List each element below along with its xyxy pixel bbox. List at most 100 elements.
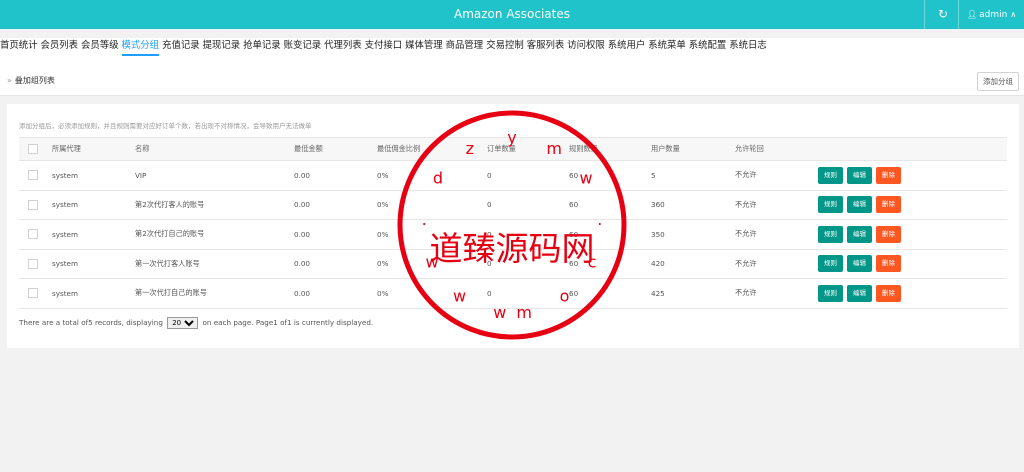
edit-button[interactable]: 编辑 bbox=[847, 225, 872, 243]
table-cell: 不允许 bbox=[735, 160, 818, 191]
table-row: system 第一次代打客人账号 0.00 0% 0 60 420 不允许 规则 编辑 删除 bbox=[19, 249, 1007, 279]
page-size-select[interactable]: 20 bbox=[167, 317, 199, 329]
breadcrumb-bar: » 叠加组列表 bbox=[0, 60, 1024, 96]
table-cell: 不允许 bbox=[735, 219, 818, 250]
notice-text: 添加分组后，必须添加规则，并且规则需要对应好订单个数，若出现不对称情况，会导致用… bbox=[19, 122, 312, 130]
nav-item[interactable]: 会员等级 bbox=[81, 38, 119, 54]
table-cell: VIP bbox=[135, 160, 294, 191]
rules-button[interactable]: 规则 bbox=[818, 166, 843, 184]
table-cell: 60 bbox=[569, 160, 651, 191]
nav-item[interactable]: 支付接口 bbox=[365, 38, 403, 54]
nav-item[interactable]: 首页统计 bbox=[0, 38, 38, 54]
table-cell: 0% bbox=[377, 219, 487, 250]
delete-button[interactable]: 删除 bbox=[876, 225, 901, 243]
table-row: system 第2次代打客人的账号 0.00 0% 0 60 360 不允许 规则 编辑 删除 bbox=[19, 190, 1007, 220]
nav-item[interactable]: 账变记录 bbox=[284, 38, 322, 54]
select-all-checkbox[interactable] bbox=[28, 144, 38, 154]
table-row: system 第一次代打自己的账号 0.00 0% 0 60 425 不允许 规则 编辑 删除 bbox=[19, 278, 1007, 309]
table-cell: 60 bbox=[569, 278, 651, 309]
table-cell: 60 bbox=[569, 249, 651, 279]
row-checkbox[interactable] bbox=[28, 229, 38, 240]
nav-item[interactable]: 系统日志 bbox=[729, 38, 767, 54]
nav-item[interactable]: 提现记录 bbox=[203, 38, 241, 54]
table-cell: system bbox=[52, 219, 135, 250]
rules-button[interactable]: 规则 bbox=[818, 284, 843, 302]
table-cell: system bbox=[52, 190, 135, 220]
row-actions: 规则 编辑 删除 bbox=[818, 278, 1007, 309]
table-row: system VIP 0.00 0% 0 60 5 不允许 规则 编辑 删除 bbox=[19, 160, 1007, 191]
content-card: 添加分组后，必须添加规则，并且规则需要对应好订单个数，若出现不对称情况，会导致用… bbox=[7, 104, 1019, 348]
row-actions: 规则 编辑 删除 bbox=[818, 190, 1007, 220]
column-header-actions bbox=[818, 137, 1007, 161]
nav-item[interactable]: 系统配置 bbox=[689, 38, 727, 54]
nav-item[interactable]: 商品管理 bbox=[446, 38, 484, 54]
nav-item[interactable]: 客服列表 bbox=[527, 38, 565, 54]
column-header: 用户数量 bbox=[651, 137, 735, 161]
main-nav: 首页统计 会员列表 会员等级 模式分组 充值记录 提现记录 抢单记录 账变记录 代理列表 支付接口… bbox=[0, 38, 1024, 60]
delete-button[interactable]: 删除 bbox=[876, 166, 901, 184]
column-header: 允许轮回 bbox=[735, 137, 818, 161]
nav-item[interactable]: 交易控制 bbox=[486, 38, 524, 54]
nav-item[interactable]: 代理列表 bbox=[324, 38, 362, 54]
table-row: system 第2次代打自己的账号 0.00 0% 0 60 350 不允许 规则 编辑 删除 bbox=[19, 219, 1007, 250]
table-cell: 0.00 bbox=[294, 219, 377, 250]
delete-button[interactable]: 删除 bbox=[876, 196, 901, 214]
top-bar: Amazon Associates ↻ 👤︎ admin ∧ bbox=[0, 0, 1024, 29]
table-cell: 60 bbox=[569, 219, 651, 250]
rules-button[interactable]: 规则 bbox=[818, 225, 843, 243]
table-cell: 不允许 bbox=[735, 249, 818, 279]
delete-button[interactable]: 删除 bbox=[876, 284, 901, 302]
edit-button[interactable]: 编辑 bbox=[847, 166, 872, 184]
table-cell: 360 bbox=[651, 190, 735, 220]
divider bbox=[924, 0, 925, 29]
table-cell: system bbox=[52, 278, 135, 309]
column-header: 名称 bbox=[135, 137, 294, 161]
table-cell: 350 bbox=[651, 219, 735, 250]
table-cell: 第2次代打客人的账号 bbox=[135, 190, 294, 220]
row-checkbox[interactable] bbox=[28, 170, 38, 181]
nav-item[interactable]: 系统用户 bbox=[608, 38, 646, 54]
table-cell: 0 bbox=[487, 219, 569, 250]
column-header: 所属代理 bbox=[52, 137, 135, 161]
table-cell: 第2次代打自己的账号 bbox=[135, 219, 294, 250]
group-table: 所属代理 名称 最低金额 最低佣金比例 订单数量 规则数量 用户数量 允许轮回 … bbox=[19, 137, 1007, 309]
delete-button[interactable]: 删除 bbox=[876, 255, 901, 273]
user-menu[interactable]: 👤︎ admin ∧ bbox=[967, 0, 1016, 29]
table-cell: 第一次代打客人账号 bbox=[135, 249, 294, 279]
refresh-icon[interactable]: ↻ bbox=[930, 0, 956, 29]
table-cell: 0.00 bbox=[294, 249, 377, 279]
nav-item[interactable]: 充值记录 bbox=[162, 38, 200, 54]
edit-button[interactable]: 编辑 bbox=[847, 196, 872, 214]
column-header: 规则数量 bbox=[569, 137, 651, 161]
nav-item[interactable]: 模式分组 bbox=[121, 38, 160, 56]
row-checkbox[interactable] bbox=[28, 258, 38, 269]
nav-item[interactable]: 会员列表 bbox=[41, 38, 79, 54]
rules-button[interactable]: 规则 bbox=[818, 196, 843, 214]
breadcrumb-arrow-icon: » bbox=[7, 76, 12, 85]
row-actions: 规则 编辑 删除 bbox=[818, 160, 1007, 191]
rules-button[interactable]: 规则 bbox=[818, 255, 843, 273]
table-header-row: 所属代理 名称 最低金额 最低佣金比例 订单数量 规则数量 用户数量 允许轮回 bbox=[19, 137, 1007, 161]
pager-text-after: on each page. Page1 of1 is currently dis… bbox=[202, 318, 374, 327]
table-cell: 0.00 bbox=[294, 160, 377, 191]
nav-item[interactable]: 访问权限 bbox=[567, 38, 605, 54]
edit-button[interactable]: 编辑 bbox=[847, 284, 872, 302]
row-checkbox[interactable] bbox=[28, 288, 38, 299]
table-cell: 0 bbox=[487, 278, 569, 309]
row-actions: 规则 编辑 删除 bbox=[818, 219, 1007, 250]
table-cell: 60 bbox=[569, 190, 651, 220]
row-actions: 规则 编辑 删除 bbox=[818, 249, 1007, 279]
nav-item[interactable]: 媒体管理 bbox=[405, 38, 443, 54]
nav-item[interactable]: 抢单记录 bbox=[243, 38, 281, 54]
edit-button[interactable]: 编辑 bbox=[847, 255, 872, 273]
pager-text-before: There are a total of5 records, displayin… bbox=[19, 318, 163, 327]
row-checkbox[interactable] bbox=[28, 199, 38, 210]
add-group-button[interactable]: 添加分组 bbox=[977, 72, 1019, 91]
table-cell: system bbox=[52, 249, 135, 279]
table-cell: 不允许 bbox=[735, 190, 818, 220]
column-header: 订单数量 bbox=[487, 137, 569, 161]
table-cell: 0 bbox=[487, 160, 569, 191]
nav-item[interactable]: 系统菜单 bbox=[648, 38, 686, 54]
table-cell: 0% bbox=[377, 278, 487, 309]
pagination: There are a total of5 records, displayin… bbox=[19, 317, 373, 329]
